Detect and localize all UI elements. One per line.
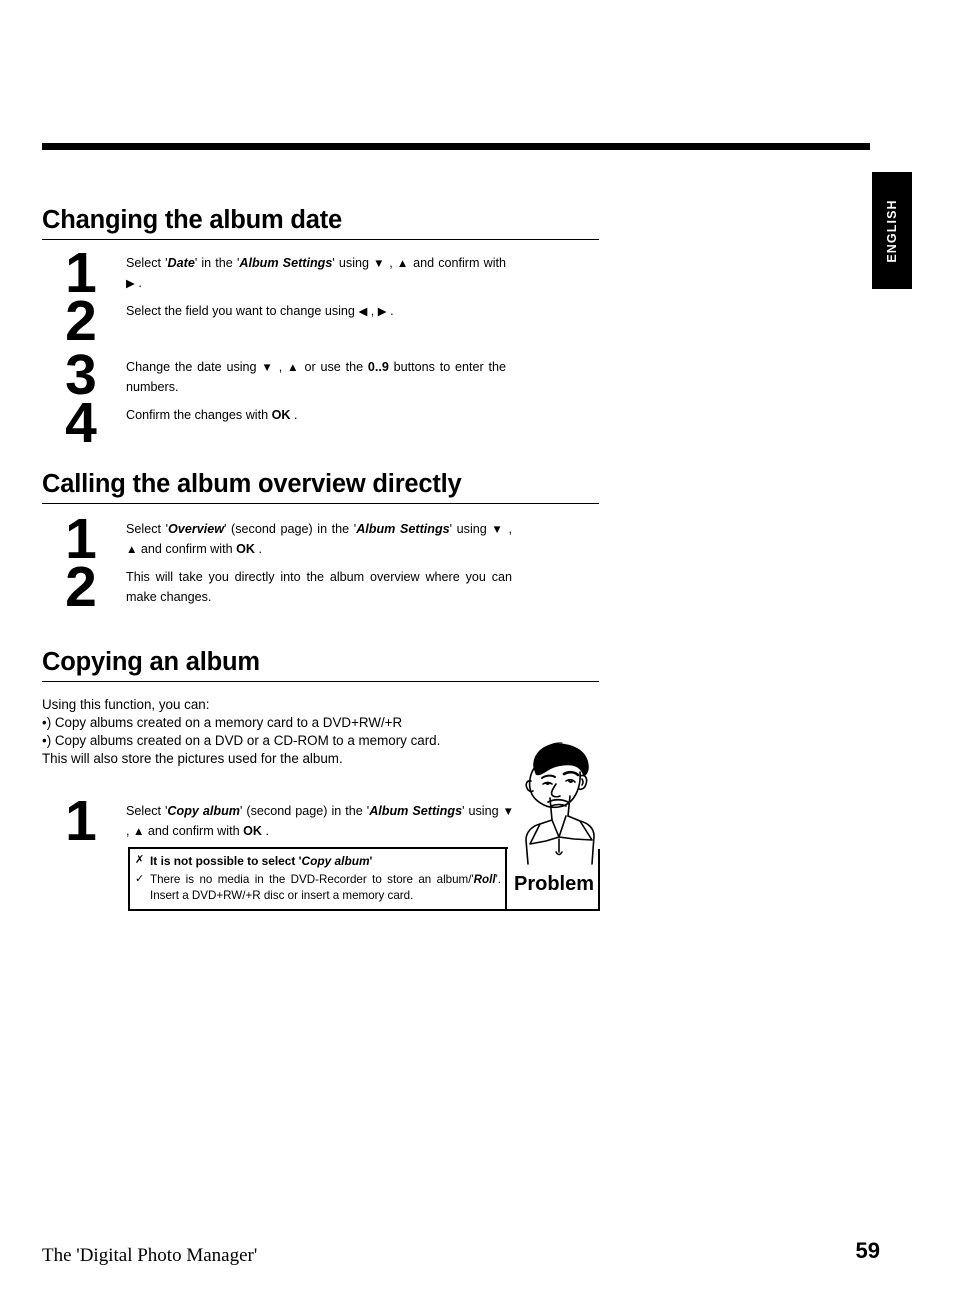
step-text: Select the field you want to change usin… [126,304,394,318]
problem-solution-row: ✓ There is no media in the DVD-Recorder … [135,872,501,905]
intro-line: Using this function, you can: [42,697,210,712]
step-number: 2 [65,289,97,353]
step-item: 2 Select the field you want to change us… [42,293,602,358]
cross-icon: ✗ [135,854,145,866]
section-calling-album-overview: Calling the album overview directly 1 Se… [42,470,602,624]
section-heading: Copying an album [42,648,599,682]
step-list: 1 Select 'Date' in the 'Album Settings' … [42,245,602,452]
problem-box: ✗ It is not possible to select 'Copy alb… [127,846,601,911]
step-number: 4 [65,391,97,455]
step-text: Change the date using ▼ , ▲ or use the 0… [126,360,506,394]
step-item: 2 This will take you directly into the a… [42,559,602,624]
language-tab: ENGLISH [872,172,912,289]
puzzled-man-illustration [506,736,610,866]
step-list: 1 Select 'Overview' (second page) in the… [42,511,602,624]
problem-box-content: ✗ It is not possible to select 'Copy alb… [135,853,501,905]
step-number: 2 [65,555,97,619]
problem-issue-text: It is not possible to select 'Copy album… [150,854,373,868]
language-tab-label: ENGLISH [885,198,899,263]
step-text: This will take you directly into the alb… [126,570,512,604]
section-heading: Changing the album date [42,206,599,240]
step-text: Confirm the changes with OK . [126,408,298,422]
page-number: 59 [855,1238,880,1263]
check-icon: ✓ [135,872,145,885]
problem-box-divider [505,849,508,911]
step-item: 3 Change the date using ▼ , ▲ or use the… [42,347,602,406]
step-number: 1 [65,789,97,854]
problem-solution-text: There is no media in the DVD-Recorder to… [150,872,501,903]
step-text: Select 'Date' in the 'Album Settings' us… [126,256,507,290]
intro-line: •) Copy albums created on a memory card … [42,715,403,731]
problem-label: Problem [513,873,595,895]
step-text: Select 'Copy album' (second page) in the… [126,804,514,839]
step-item: 4 Confirm the changes with OK . [42,395,602,452]
section-heading: Calling the album overview directly [42,470,599,504]
problem-issue-row: ✗ It is not possible to select 'Copy alb… [135,853,501,870]
step-text: Select 'Overview' (second page) in the '… [126,522,513,556]
footer-title: The 'Digital Photo Manager' [42,1245,258,1266]
step-item: 1 Select 'Date' in the 'Album Settings' … [42,245,602,302]
section-changing-album-date: Changing the album date 1 Select 'Date' … [42,206,602,452]
header-rule [42,143,870,150]
step-item: 1 Select 'Overview' (second page) in the… [42,511,602,568]
